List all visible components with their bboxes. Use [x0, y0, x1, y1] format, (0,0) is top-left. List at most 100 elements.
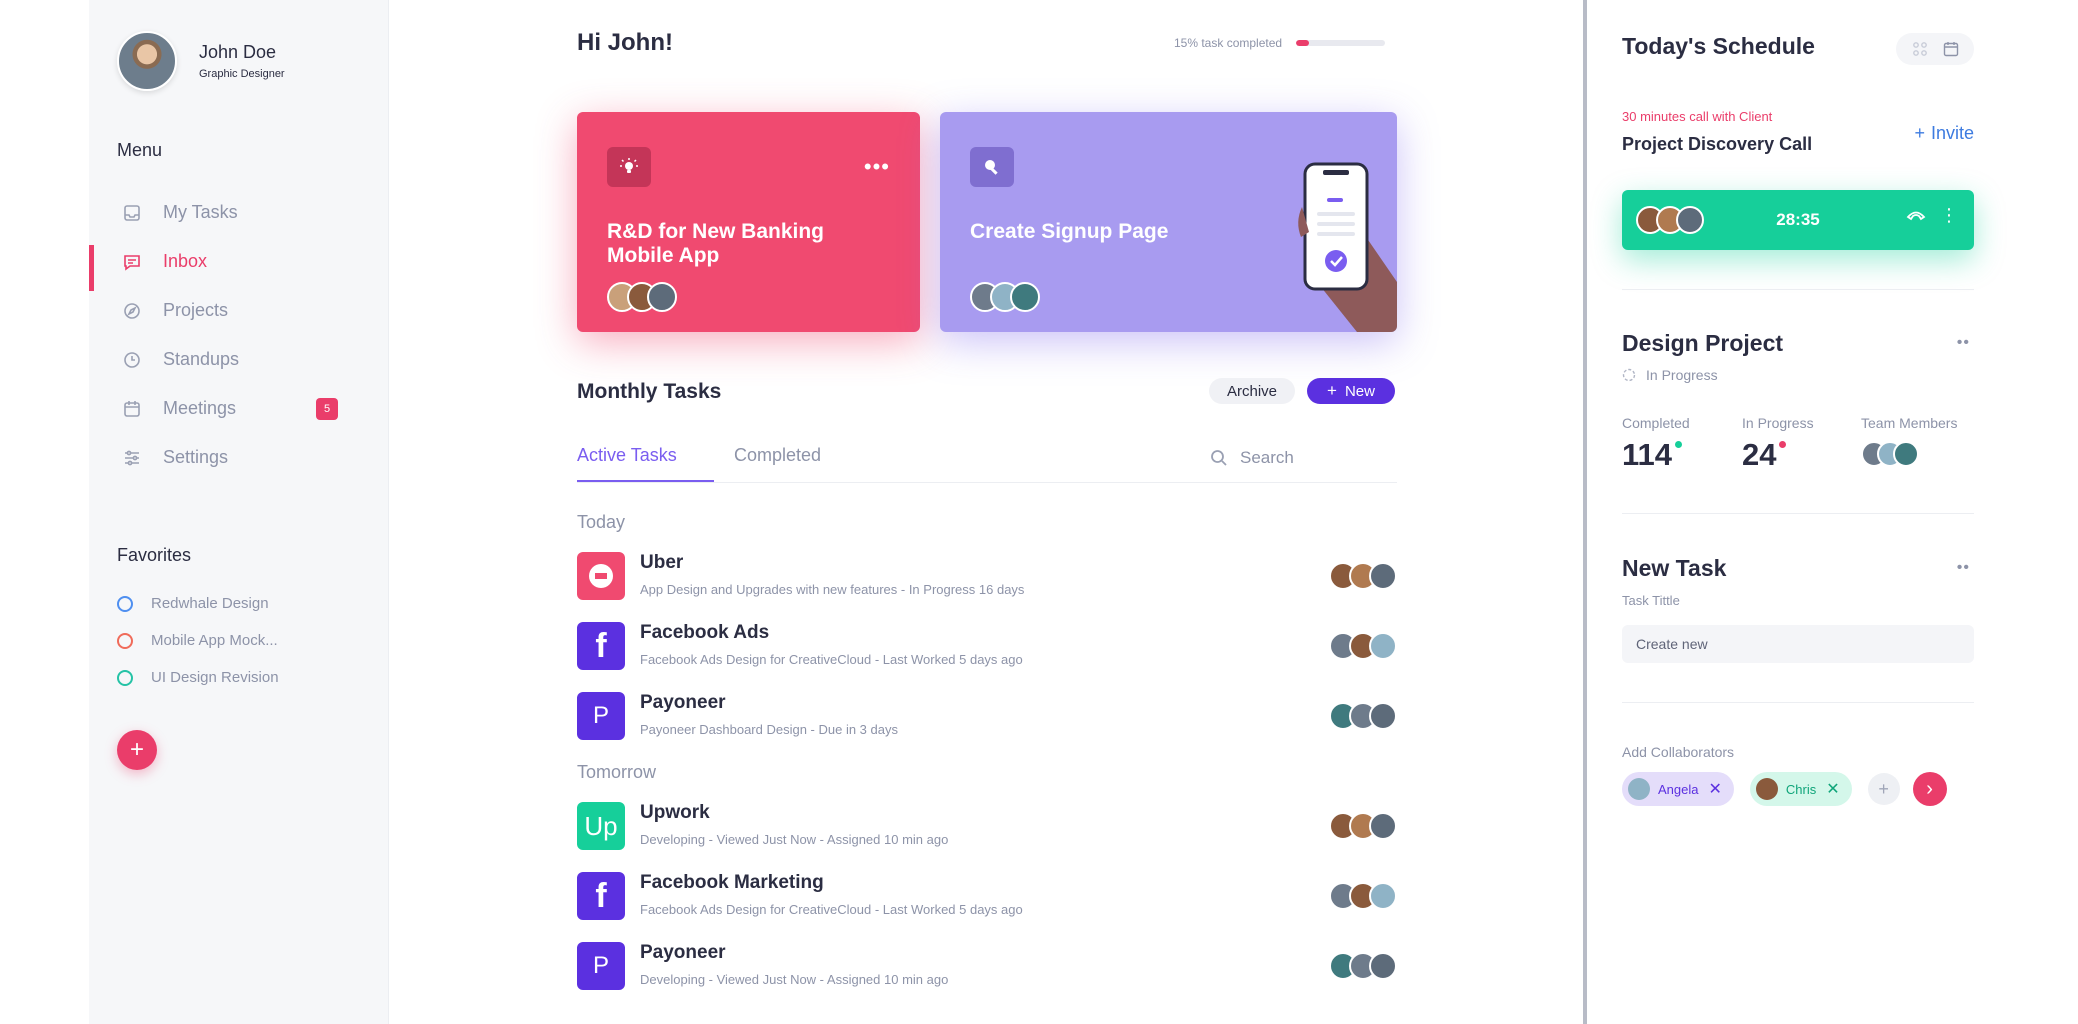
- group-label-today: Today: [577, 512, 626, 532]
- sidebar-item-standups[interactable]: Standups: [89, 335, 389, 384]
- task-title-input[interactable]: [1622, 625, 1974, 663]
- task-description: App Design and Upgrades with new feature…: [640, 582, 1025, 597]
- sidebar-item-inbox[interactable]: Inbox: [89, 237, 389, 291]
- task-row[interactable]: f Facebook Ads Facebook Ads Design for C…: [577, 622, 1397, 672]
- phone-illustration: [1298, 162, 1397, 332]
- favorites-list: Redwhale Design Mobile App Mock... UI De…: [117, 585, 279, 696]
- hang-up-icon[interactable]: [1906, 208, 1926, 222]
- invite-button[interactable]: + Invite: [1914, 123, 1974, 144]
- grid-icon[interactable]: [1912, 41, 1928, 57]
- view-toggle[interactable]: [1896, 33, 1974, 65]
- task-avatars: [1329, 812, 1397, 840]
- collaborators-label: Add Collaborators: [1622, 744, 1735, 760]
- collaborator-chip[interactable]: Chris ✕: [1749, 772, 1852, 806]
- sidebar-item-settings[interactable]: Settings: [89, 433, 389, 482]
- task-row[interactable]: Uber App Design and Upgrades with new fe…: [577, 552, 1397, 602]
- new-task-button[interactable]: + New: [1307, 378, 1395, 404]
- avatar: [1010, 282, 1040, 312]
- progress-label: 15% task completed: [1174, 36, 1283, 50]
- inbox-tray-icon: [122, 203, 142, 223]
- favorite-item[interactable]: UI Design Revision: [117, 659, 279, 696]
- task-progress: 15% task completed: [1174, 36, 1386, 50]
- avatar: [1369, 562, 1397, 590]
- sidebar: John Doe Graphic Designer Menu My Tasks …: [89, 0, 389, 1024]
- tab-completed[interactable]: Completed: [734, 445, 821, 482]
- task-avatars: [1329, 562, 1397, 590]
- divider: [1622, 289, 1974, 290]
- task-description: Developing - Viewed Just Now - Assigned …: [640, 972, 949, 987]
- progress-fill: [1296, 40, 1310, 46]
- add-button[interactable]: +: [117, 730, 157, 770]
- avatar: [117, 31, 177, 91]
- task-row[interactable]: Up Upwork Developing - Viewed Just Now -…: [577, 802, 1397, 852]
- calendar-icon[interactable]: [1943, 41, 1959, 57]
- call-title: Project Discovery Call: [1622, 134, 1813, 154]
- calendar-icon: [122, 399, 142, 419]
- stat-label: Completed: [1622, 415, 1690, 431]
- close-icon[interactable]: ✕: [1708, 779, 1721, 799]
- sidebar-item-projects[interactable]: Projects: [89, 286, 389, 335]
- plus-icon: +: [1914, 123, 1925, 143]
- collaborator-chip[interactable]: Angela ✕: [1622, 772, 1734, 806]
- new-task-title: New Task: [1622, 555, 1727, 581]
- task-description: Payoneer Dashboard Design - Due in 3 day…: [640, 722, 898, 737]
- task-row[interactable]: P Payoneer Payoneer Dashboard Design - D…: [577, 692, 1397, 742]
- avatar: [647, 282, 677, 312]
- design-project-title: Design Project: [1622, 330, 1784, 356]
- task-description: Facebook Ads Design for CreativeCloud - …: [640, 902, 1023, 917]
- uber-logo-icon: [577, 552, 625, 600]
- task-avatars: [1329, 632, 1397, 660]
- add-collaborator-button[interactable]: +: [1867, 773, 1900, 805]
- user-profile[interactable]: John Doe Graphic Designer: [117, 31, 285, 91]
- task-row[interactable]: f Facebook Marketing Facebook Ads Design…: [577, 872, 1397, 922]
- plus-icon: +: [129, 736, 144, 763]
- profile-role: Graphic Designer: [199, 68, 285, 80]
- active-call-bar[interactable]: 28:35 ⋮: [1622, 190, 1974, 250]
- search-box[interactable]: Search: [1210, 445, 1294, 471]
- more-vertical-icon[interactable]: ⋮: [1940, 206, 1958, 224]
- task-tabs: Active Tasks Completed Search: [577, 445, 1397, 483]
- tab-active-tasks[interactable]: Active Tasks: [577, 445, 714, 482]
- stat-label: Team Members: [1861, 415, 1958, 431]
- archive-button[interactable]: Archive: [1209, 378, 1296, 404]
- progress-bar: [1296, 40, 1386, 46]
- collaborator-chips: Angela ✕ Chris ✕ + ›: [1622, 772, 1947, 806]
- sliders-icon: [122, 448, 142, 468]
- payoneer-logo-icon: P: [577, 692, 625, 740]
- task-title-label: Task Tittle: [1622, 593, 1680, 608]
- profile-name: John Doe: [199, 42, 277, 62]
- card-avatars: [607, 282, 677, 312]
- project-card[interactable]: Create Signup Page: [940, 112, 1397, 332]
- more-options-icon[interactable]: •••: [864, 156, 890, 178]
- project-card[interactable]: ••• R&D for New Banking Mobile App: [577, 112, 920, 332]
- sidebar-item-label: Standups: [163, 349, 240, 369]
- avatar: [1369, 882, 1397, 910]
- stat-value: 24: [1742, 437, 1787, 473]
- compass-icon: [122, 301, 142, 321]
- sidebar-item-label: Settings: [163, 447, 229, 467]
- favorite-label: Mobile App Mock...: [151, 632, 278, 649]
- card-avatars: [970, 282, 1040, 312]
- favorite-item[interactable]: Redwhale Design: [117, 585, 279, 622]
- submit-button[interactable]: ›: [1912, 772, 1947, 806]
- favorite-item[interactable]: Mobile App Mock...: [117, 622, 279, 659]
- task-name: Payoneer: [640, 692, 726, 713]
- collaborator-name: Angela: [1658, 781, 1699, 797]
- favorite-label: Redwhale Design: [151, 595, 269, 612]
- task-name: Upwork: [640, 802, 710, 823]
- avatar: [1628, 778, 1650, 800]
- stat-label: In Progress: [1742, 415, 1814, 431]
- divider: [1622, 513, 1974, 514]
- payoneer-logo-icon: P: [577, 942, 625, 990]
- sidebar-item-meetings[interactable]: Meetings 5: [89, 384, 389, 433]
- page-title: Hi John!: [577, 29, 673, 56]
- task-row[interactable]: P Payoneer Developing - Viewed Just Now …: [577, 942, 1397, 992]
- close-icon[interactable]: ✕: [1826, 779, 1839, 799]
- more-options-icon[interactable]: ••: [1957, 559, 1970, 577]
- key-icon: [970, 147, 1014, 187]
- search-input[interactable]: Search: [1240, 448, 1294, 468]
- meetings-count-badge: 5: [316, 397, 338, 420]
- plus-icon: +: [1878, 778, 1889, 799]
- sidebar-item-my-tasks[interactable]: My Tasks: [89, 188, 389, 237]
- more-options-icon[interactable]: ••: [1957, 334, 1970, 352]
